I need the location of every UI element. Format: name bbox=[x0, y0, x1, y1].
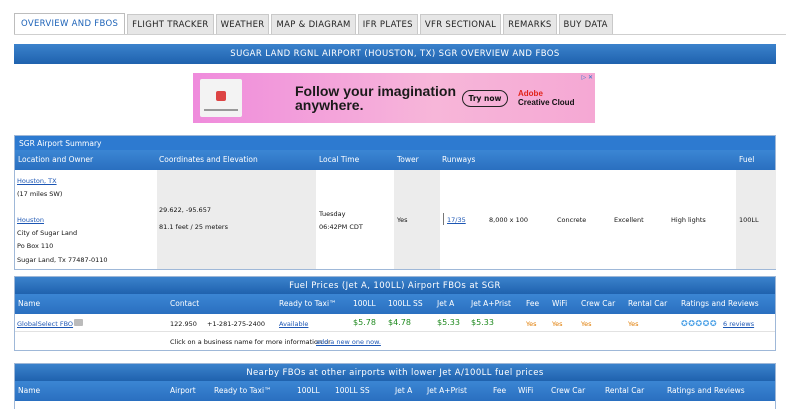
owner-name: City of Sugar Land bbox=[17, 229, 78, 237]
owner-address-2: Sugar Land, Tx 77487-0110 bbox=[17, 256, 108, 264]
runway-condition: Excellent bbox=[614, 216, 644, 224]
tab-buy-data[interactable]: BUY DATA bbox=[558, 14, 613, 34]
camera-icon[interactable] bbox=[74, 319, 83, 326]
rating-stars-icon: ✪✪✪✪✪ bbox=[681, 319, 718, 328]
nearby-title: Nearby FBOs at other airports with lower… bbox=[15, 364, 775, 381]
wifi-value: Yes bbox=[552, 320, 563, 328]
ad-close-icon[interactable]: ▷ ✕ bbox=[581, 74, 593, 81]
owner-address-1: Po Box 110 bbox=[17, 242, 54, 250]
nearby-col-name: Name bbox=[18, 386, 41, 395]
fuel-col-wifi: WiFi bbox=[552, 299, 568, 308]
nearby-col-jeta: Jet A bbox=[395, 386, 413, 395]
fuel-column-header: Name Contact Ready to Taxi™ 100LL 100LL … bbox=[15, 294, 775, 314]
col-coordinates: Coordinates and Elevation bbox=[159, 155, 258, 164]
price-jetaprist: $5.33 bbox=[471, 318, 494, 327]
fuel-col-name: Name bbox=[18, 299, 41, 308]
price-jeta: $5.33 bbox=[437, 318, 460, 327]
ad-brand: Adobe Creative Cloud bbox=[518, 89, 574, 107]
fuel-note-text: Click on a business name for more inform… bbox=[170, 338, 331, 346]
price-100ll: $5.78 bbox=[353, 318, 376, 327]
fuel-prices-title: Fuel Prices (Jet A, 100LL) Airport FBOs … bbox=[15, 277, 775, 294]
fuel-col-jeta: Jet A bbox=[437, 299, 455, 308]
tab-vfr-sectional[interactable]: VFR SECTIONAL bbox=[419, 14, 502, 34]
col-location-owner: Location and Owner bbox=[18, 155, 94, 164]
tab-weather[interactable]: WEATHER bbox=[215, 14, 270, 34]
nearby-fbos-panel: Nearby FBOs at other airports with lower… bbox=[14, 363, 776, 409]
fuel-col-fee: Fee bbox=[526, 299, 540, 308]
crewcar-value: Yes bbox=[581, 320, 592, 328]
fuel-col-ratings: Ratings and Reviews bbox=[681, 299, 759, 308]
runway-link[interactable]: 17/35 bbox=[447, 216, 466, 224]
col-tower: Tower bbox=[397, 155, 419, 164]
fuel-col-contact: Contact bbox=[170, 299, 200, 308]
advertisement[interactable]: Follow your imagination anywhere. Try no… bbox=[193, 73, 595, 123]
fuel-col-rentalcar: Rental Car bbox=[628, 299, 668, 308]
add-new-link[interactable]: add a new one now. bbox=[316, 338, 381, 346]
local-time: 06:42PM CDT bbox=[319, 223, 363, 231]
elevation-value: 81.1 feet / 25 meters bbox=[159, 223, 228, 231]
owner-link[interactable]: Houston bbox=[17, 216, 44, 224]
col-fuel: Fuel bbox=[739, 155, 755, 164]
fuel-note-row: Click on a business name for more inform… bbox=[15, 332, 775, 350]
reviews-link[interactable]: 6 reviews bbox=[723, 320, 754, 328]
col-runways: Runways bbox=[442, 155, 476, 164]
runway-surface: Concrete bbox=[557, 216, 587, 224]
fuel-col-100llss: 100LL SS bbox=[388, 299, 423, 308]
coordinates-value: 29.622, -95.657 bbox=[159, 206, 211, 214]
page-title: SUGAR LAND RGNL AIRPORT (HOUSTON, TX) SG… bbox=[14, 44, 776, 64]
nearby-col-taxi: Ready to Taxi™ bbox=[214, 386, 272, 395]
location-link[interactable]: Houston, TX bbox=[17, 177, 57, 185]
tower-value: Yes bbox=[397, 216, 408, 224]
summary-row: Houston, TX (17 miles SW) Houston City o… bbox=[15, 170, 776, 269]
ad-thumbnail-image bbox=[200, 79, 242, 117]
tab-flight-tracker[interactable]: FLIGHT TRACKER bbox=[127, 14, 214, 34]
summary-column-header: Location and Owner Coordinates and Eleva… bbox=[15, 150, 775, 170]
fuel-col-jetaprist: Jet A+Prist bbox=[471, 299, 511, 308]
nearby-col-fee: Fee bbox=[493, 386, 507, 395]
nearby-col-100llss: 100LL SS bbox=[335, 386, 370, 395]
summary-title: SGR Airport Summary bbox=[15, 136, 775, 150]
nearby-col-ratings: Ratings and Reviews bbox=[667, 386, 745, 395]
airport-summary-panel: SGR Airport Summary Location and Owner C… bbox=[14, 135, 776, 270]
runway-size: 8,000 x 100 bbox=[489, 216, 528, 224]
nearby-col-wifi: WiFi bbox=[518, 386, 534, 395]
rentalcar-value: Yes bbox=[628, 320, 639, 328]
fuel-prices-panel: Fuel Prices (Jet A, 100LL) Airport FBOs … bbox=[14, 276, 776, 351]
nearby-col-rentalcar: Rental Car bbox=[605, 386, 645, 395]
price-100llss: $4.78 bbox=[388, 318, 411, 327]
runway-divider bbox=[443, 213, 444, 225]
runway-lights: High lights bbox=[671, 216, 706, 224]
ad-headline: Follow your imagination anywhere. bbox=[295, 83, 456, 113]
fuel-value: 100LL bbox=[739, 216, 759, 224]
nearby-col-100ll: 100LL bbox=[297, 386, 320, 395]
fuel-col-100ll: 100LL bbox=[353, 299, 376, 308]
fbo-phone: +1-281-275-2400 bbox=[207, 320, 265, 328]
ad-try-now-button[interactable]: Try now bbox=[462, 90, 508, 107]
fbo-taxi-link[interactable]: Available bbox=[279, 320, 308, 328]
fee-value: Yes bbox=[526, 320, 537, 328]
tab-map-diagram[interactable]: MAP & DIAGRAM bbox=[271, 14, 356, 34]
fbo-name-link[interactable]: GlobalSelect FBO bbox=[17, 320, 73, 328]
local-day: Tuesday bbox=[319, 210, 346, 218]
nearby-col-jetaprist: Jet A+Prist bbox=[427, 386, 467, 395]
distance-text: (17 miles SW) bbox=[17, 190, 63, 198]
tab-remarks[interactable]: REMARKS bbox=[503, 14, 557, 34]
fbo-row: GlobalSelect FBO 122.950 +1-281-275-2400… bbox=[15, 314, 775, 332]
nearby-col-airport: Airport bbox=[170, 386, 196, 395]
tab-divider bbox=[14, 34, 786, 35]
tab-ifr-plates[interactable]: IFR PLATES bbox=[357, 14, 418, 34]
tab-bar: OVERVIEW AND FBOS FLIGHT TRACKER WEATHER… bbox=[14, 13, 786, 34]
col-local-time: Local Time bbox=[319, 155, 360, 164]
fuel-col-crewcar: Crew Car bbox=[581, 299, 616, 308]
nearby-col-crewcar: Crew Car bbox=[551, 386, 586, 395]
tab-overview-and-fbos[interactable]: OVERVIEW AND FBOS bbox=[14, 13, 126, 34]
fuel-col-taxi: Ready to Taxi™ bbox=[279, 299, 337, 308]
fbo-frequency: 122.950 bbox=[170, 320, 197, 328]
ad-brand-adobe: Adobe bbox=[518, 89, 543, 98]
ad-brand-creative-cloud: Creative Cloud bbox=[518, 98, 575, 107]
nearby-column-header: Name Airport Ready to Taxi™ 100LL 100LL … bbox=[15, 381, 775, 401]
